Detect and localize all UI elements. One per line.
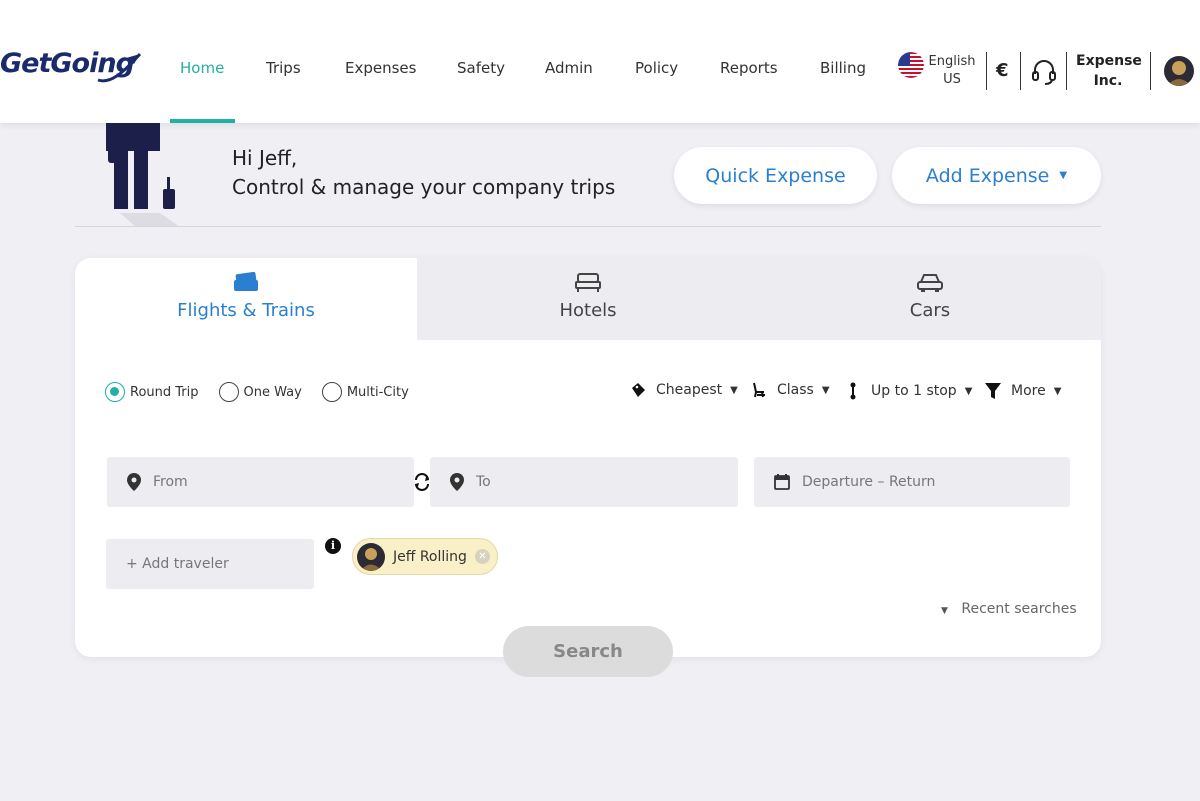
nav-expenses[interactable]: Expenses: [345, 59, 416, 77]
header-divider: [1020, 52, 1021, 90]
support-headset-icon[interactable]: [1031, 58, 1057, 86]
tab-hotels[interactable]: Hotels: [417, 258, 759, 340]
company-switcher[interactable]: Expense Inc.: [1076, 51, 1142, 91]
tab-cars[interactable]: Cars: [759, 258, 1101, 340]
user-avatar[interactable]: [1164, 56, 1194, 86]
to-input[interactable]: To: [430, 457, 738, 507]
nav-reports[interactable]: Reports: [720, 59, 778, 77]
bed-icon: [575, 273, 601, 292]
traveler-illustration: [106, 123, 180, 227]
chevron-down-icon: ▼: [821, 384, 830, 396]
info-icon[interactable]: i: [325, 538, 341, 554]
us-flag-icon: [898, 52, 924, 78]
quick-expense-button[interactable]: Quick Expense: [674, 147, 877, 204]
seat-icon: [753, 382, 765, 398]
swap-icon[interactable]: [412, 472, 432, 492]
traveler-avatar-icon: [360, 547, 382, 571]
date-range-placeholder: Departure – Return: [802, 474, 936, 490]
radio-indicator: [321, 382, 342, 402]
header-divider: [1066, 52, 1067, 90]
tab-label: Cars: [909, 300, 951, 321]
tab-label: Hotels: [559, 300, 617, 321]
nav-policy[interactable]: Policy: [635, 59, 678, 77]
class-dropdown[interactable]: Class ▼: [751, 382, 830, 398]
chevron-down-icon: ▼: [964, 385, 973, 397]
from-input[interactable]: From: [107, 457, 414, 507]
add-traveler-button[interactable]: + Add traveler: [106, 539, 314, 589]
more-filters-dropdown[interactable]: More ▼: [985, 382, 1061, 400]
recent-searches-toggle[interactable]: ▼ Recent searches: [941, 601, 1077, 617]
nav-billing[interactable]: Billing: [820, 59, 866, 77]
filter-icon: [985, 383, 1001, 399]
nav-safety[interactable]: Safety: [457, 59, 505, 77]
stops-dropdown[interactable]: Up to 1 stop ▼: [848, 382, 972, 400]
stops-icon: [850, 382, 856, 400]
greeting-title: Hi Jeff,: [232, 146, 298, 170]
nav-trips[interactable]: Trips: [266, 59, 301, 77]
search-button[interactable]: Search: [503, 626, 673, 677]
nav-home[interactable]: Home: [180, 59, 224, 77]
add-expense-button[interactable]: Add Expense ▼: [892, 147, 1101, 204]
user-avatar-icon: [1167, 61, 1191, 86]
traveler-name: Jeff Rolling: [393, 548, 467, 565]
one-way-radio[interactable]: One Way: [218, 382, 302, 402]
add-expense-label: Add Expense: [925, 164, 1050, 187]
round-trip-radio[interactable]: Round Trip: [105, 382, 199, 402]
tag-icon: [632, 383, 645, 397]
language-selector[interactable]: [898, 52, 924, 78]
logo-arrow-icon: [97, 52, 142, 83]
chevron-down-icon: ▼: [1053, 385, 1062, 397]
header-divider: [986, 52, 987, 90]
top-header: GetGoing Home Trips Expenses Safety Admi…: [0, 0, 1200, 123]
nav-admin[interactable]: Admin: [545, 59, 593, 77]
car-icon: [917, 274, 943, 292]
tab-label: Flights & Trains: [177, 300, 315, 321]
header-divider: [1150, 52, 1151, 90]
date-range-input[interactable]: Departure – Return: [754, 457, 1070, 507]
radio-indicator: [218, 382, 239, 402]
traveler-avatar: [357, 542, 385, 571]
radio-indicator: [105, 382, 125, 402]
chevron-down-icon: ▼: [730, 384, 738, 396]
to-placeholder: To: [476, 474, 491, 490]
currency-selector[interactable]: €: [996, 60, 1009, 81]
multi-city-radio[interactable]: Multi-City: [321, 382, 409, 402]
tab-flights-trains[interactable]: Flights & Trains: [75, 258, 417, 340]
trip-type-group: Round Trip One Way Multi-City: [105, 382, 429, 402]
location-pin-icon: [127, 473, 141, 491]
remove-traveler-icon[interactable]: ✕: [474, 549, 490, 564]
traveler-chip: Jeff Rolling ✕: [352, 538, 498, 575]
section-divider: [75, 226, 1101, 227]
location-pin-icon: [450, 473, 464, 491]
sort-dropdown[interactable]: Cheapest ▼: [630, 382, 738, 398]
language-label[interactable]: English US: [928, 53, 976, 89]
calendar-icon: [774, 474, 790, 490]
from-placeholder: From: [153, 474, 188, 490]
ticket-icon: [234, 272, 258, 291]
greeting-subtitle: Control & manage your company trips: [232, 175, 616, 199]
chevron-down-icon: ▼: [941, 606, 948, 616]
search-card: Flights & Trains Hotels Cars Round Trip …: [75, 258, 1101, 657]
chevron-down-icon: ▼: [1059, 170, 1068, 181]
